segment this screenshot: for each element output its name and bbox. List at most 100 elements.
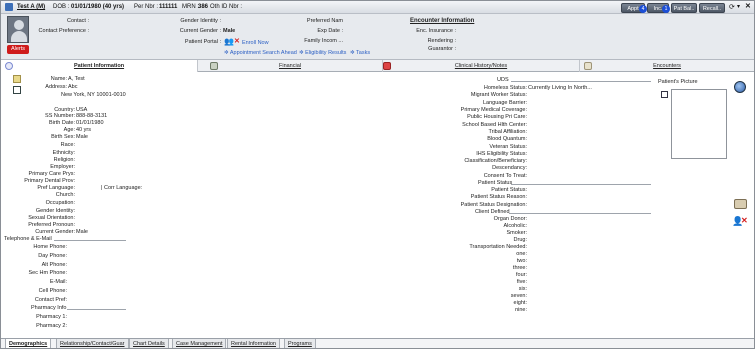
tab-patient-information[interactable]: Patient Information	[1, 60, 198, 72]
telephone-section-header: Telephone & E-Mail	[4, 236, 52, 242]
preferred-name-label: Preferred Nam	[306, 18, 343, 24]
custom-three-label: three:	[512, 265, 527, 271]
patient-information-panel: Name: A, Test Address: Abc New York, NY …	[1, 72, 754, 337]
church-label: Church:	[55, 192, 75, 198]
preferred-pronoun-label: Preferred Pronoun:	[28, 222, 75, 228]
patient-info-icon	[5, 62, 13, 70]
tab-programs-label: Programs	[288, 341, 312, 347]
patient-picture-frame[interactable]	[671, 89, 727, 159]
ihs-eligibility-label: IHS Eligibility Status:	[476, 151, 527, 157]
patient-balance-button[interactable]: Pat Bal..	[671, 3, 697, 13]
close-icon[interactable]: ✕	[745, 2, 751, 10]
remove-x-icon[interactable]: ✕	[741, 216, 748, 225]
tab-demographics-label: Demographics	[9, 341, 48, 347]
school-based-label: School Based Hlth Center:	[462, 122, 527, 128]
main-tabs: Patient Information Financial Clinical H…	[1, 60, 754, 72]
custom-two-label: two:	[516, 258, 527, 264]
blood-quantum-label: Blood Quantum:	[487, 136, 527, 142]
address-line1: Abc	[68, 84, 78, 90]
client-defined-section-header: Client Defined	[475, 209, 510, 215]
ssn-label: SS Number:	[45, 113, 75, 119]
per-nbr-value: 111111	[159, 4, 178, 10]
tab-chart-details[interactable]: Chart Details	[129, 339, 169, 348]
tab-financial[interactable]: Financial	[198, 60, 383, 72]
employer-label: Employer:	[50, 164, 75, 170]
patient-portal-label: Patient Portal :	[184, 39, 221, 45]
custom-five-label: five:	[516, 279, 527, 285]
patient-status-section-header: Patient Status	[478, 180, 513, 186]
picture-card-icon[interactable]	[661, 91, 668, 98]
clinical-history-icon	[383, 62, 391, 70]
tribal-affiliation-label: Tribal Affiliation:	[488, 129, 527, 135]
pharmacy-section-divider	[67, 309, 126, 310]
tab-demographics[interactable]: Demographics	[5, 339, 52, 348]
email-label: E-Mail:	[49, 279, 67, 285]
incomplete-button[interactable]: Inc. 1	[647, 3, 670, 13]
tab-encounters-label: Encounters	[653, 63, 681, 69]
alerts-button[interactable]: Alerts	[7, 45, 29, 54]
sec-hm-phone-label: Sec Hm Phone:	[28, 270, 67, 276]
tab-case-management-label: Case Management	[176, 341, 223, 347]
ssn-value: 888-88-3131	[76, 113, 108, 119]
custom-one-label: one:	[516, 251, 527, 257]
tab-case-management[interactable]: Case Management	[172, 339, 227, 348]
patient-name-link[interactable]: Test A (M)	[17, 4, 45, 10]
globe-icon[interactable]	[734, 81, 746, 93]
refresh-icon[interactable]: ⟳	[729, 3, 735, 11]
exp-date-label: Exp Date :	[317, 28, 343, 34]
organ-donor-label: Organ Donor:	[493, 216, 527, 222]
tasks-link[interactable]: ✲ Tasks	[350, 50, 370, 56]
primary-care-label: Primary Care Prys:	[28, 171, 75, 177]
portal-status-icon: 👥	[224, 37, 234, 46]
patient-name[interactable]: Test A	[17, 4, 34, 10]
appointments-button[interactable]: Appt 4	[621, 3, 647, 13]
incomplete-badge: 1	[662, 5, 670, 13]
consent-to-treat-label: Consent To Treat:	[483, 173, 527, 179]
age-value: 40 yrs	[76, 127, 91, 133]
recall-button[interactable]: Recall..	[699, 3, 725, 13]
tab-relationship-contact[interactable]: Relationship/Contact/Guar	[56, 339, 129, 348]
current-gender-value: Male	[76, 229, 88, 235]
guarantor-label: Guarantor :	[428, 46, 456, 52]
primary-medical-coverage-label: Primary Medical Coverage:	[460, 107, 527, 113]
tab-clinical-history-label: Clinical History/Notes	[454, 63, 508, 69]
pref-language-label: Pref Language:	[37, 185, 75, 191]
portal-not-enrolled-icon: ✕	[234, 38, 240, 45]
title-bar: Test A (M) DOB : 01/01/1980 (40 yrs) Per…	[1, 1, 754, 14]
tab-encounters[interactable]: Encounters	[580, 60, 754, 72]
transportation-needed-label: Transportation Needed:	[469, 244, 527, 250]
contact-preference-label: Contact Preference :	[38, 28, 89, 34]
tab-financial-label: Financial	[278, 63, 301, 69]
pharmacy-section-header: Pharmacy Info	[31, 305, 67, 311]
eligibility-results-link[interactable]: ✲ Eligibility Results	[299, 50, 346, 56]
smoker-label: Smoker:	[506, 230, 527, 236]
dob-label: DOB :	[53, 4, 70, 10]
custom-nine-label: nine:	[515, 307, 527, 313]
tab-programs[interactable]: Programs	[284, 339, 316, 348]
day-phone-label: Day Phone:	[38, 253, 67, 259]
tab-patient-information-label: Patient Information	[73, 63, 125, 69]
tab-chart-details-label: Chart Details	[133, 341, 165, 347]
patient-status-section-divider	[511, 184, 651, 185]
financial-icon	[210, 62, 218, 70]
pharmacy2-label: Pharmacy 2:	[36, 323, 67, 329]
homeless-status-value: Currently Living In North...	[528, 85, 592, 91]
tab-rental-information[interactable]: Rental Information	[227, 339, 280, 348]
cell-phone-label: Cell Phone:	[38, 288, 67, 294]
enroll-now-link[interactable]: Enroll Now	[242, 40, 269, 46]
dropdown-arrow-icon[interactable]: ▾	[737, 3, 740, 10]
tab-clinical-history[interactable]: Clinical History/Notes	[383, 60, 580, 72]
current-gender-value: Male	[223, 28, 236, 34]
appointment-search-link[interactable]: ✲ Appointment Search Ahead	[224, 50, 297, 56]
alcoholic-label: Alcoholic:	[503, 223, 527, 229]
uds-section-divider	[511, 81, 651, 82]
sexual-orientation-label: Sexual Orientation:	[28, 215, 75, 221]
eligibility-results-label: Eligibility Results	[305, 50, 347, 56]
encounters-icon	[584, 62, 592, 70]
mrn-value: 386	[198, 4, 209, 10]
address-label: Address:	[45, 84, 67, 90]
occupation-label: Occupation:	[45, 200, 75, 206]
mrn-label: MRN :	[182, 4, 199, 10]
scanner-icon[interactable]	[734, 199, 747, 209]
patient-avatar[interactable]	[7, 16, 29, 43]
